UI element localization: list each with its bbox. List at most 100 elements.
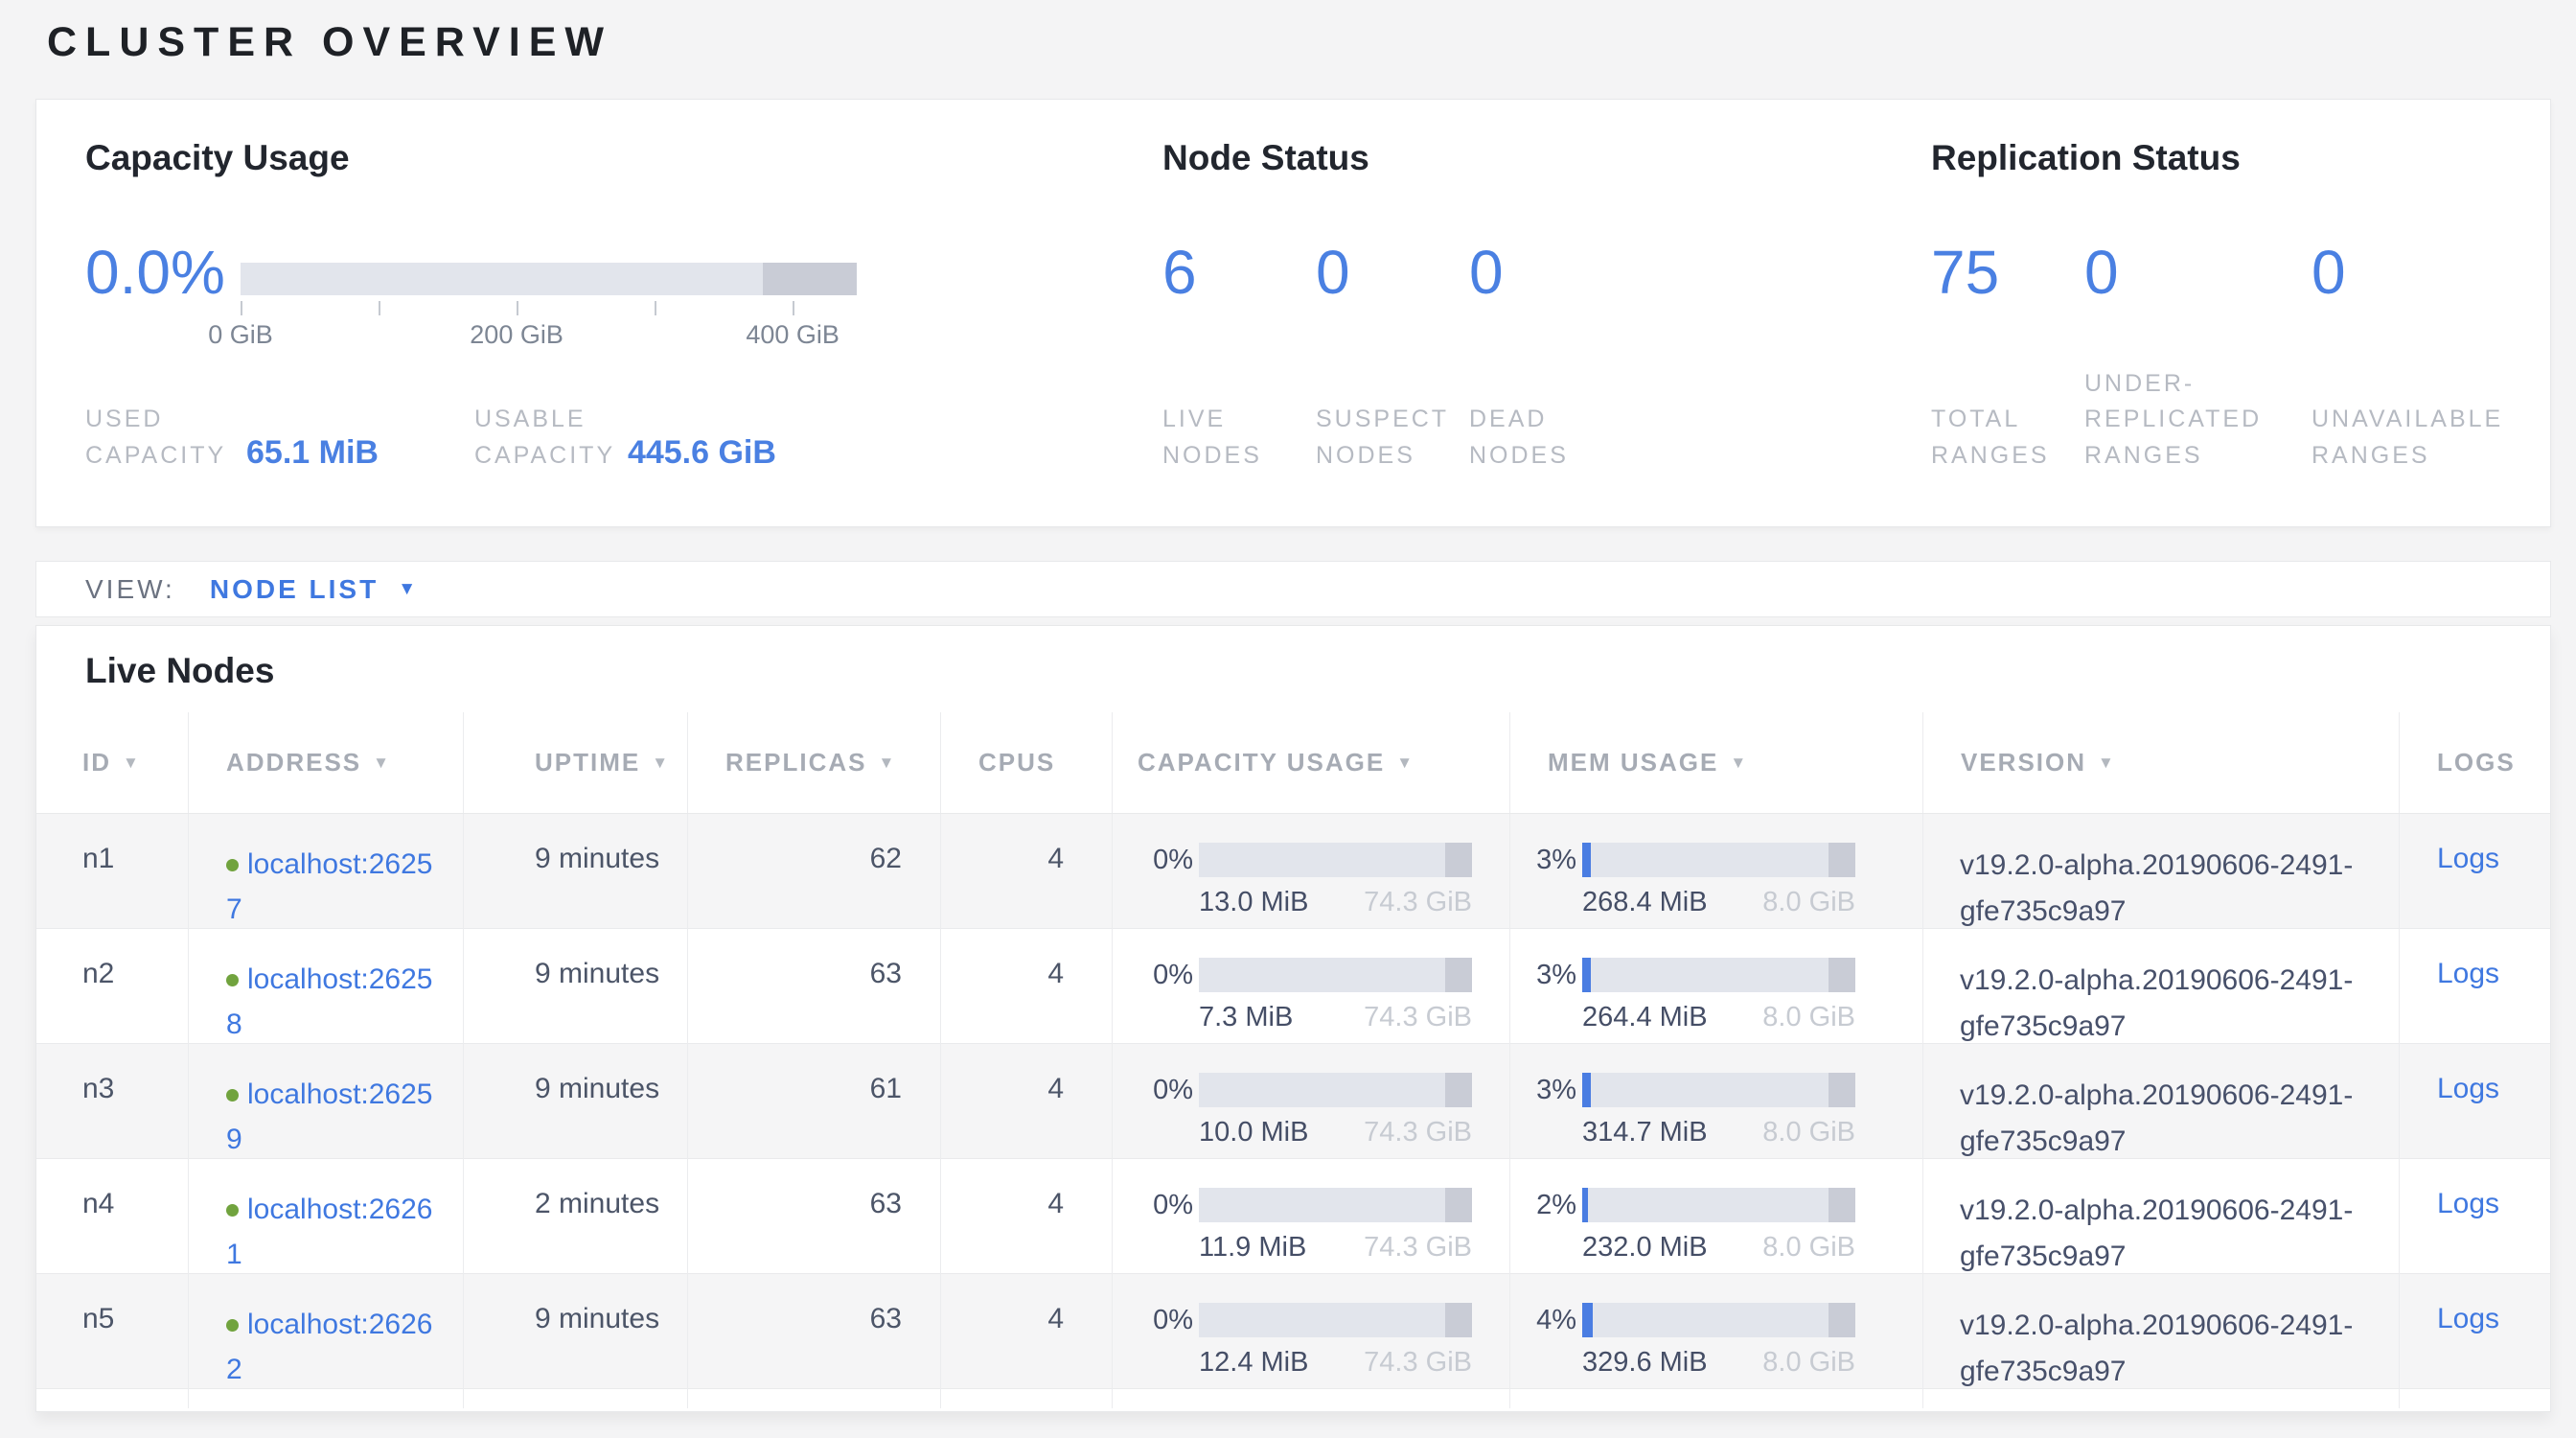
node-uptime-cell: 9 minutes bbox=[464, 1274, 688, 1395]
capacity-total-value: 74.3 GiB bbox=[1364, 1117, 1472, 1148]
capacity-total-value: 74.3 GiB bbox=[1364, 1002, 1472, 1033]
unavailable-ranges-label: UNAVAILABLE RANGES bbox=[2312, 402, 2503, 474]
logs-link[interactable]: Logs bbox=[2437, 1073, 2499, 1104]
capacity-bar bbox=[1199, 1303, 1472, 1337]
sort-desc-icon: ▼ bbox=[373, 754, 391, 773]
node-address-link[interactable]: localhost:26258 bbox=[226, 963, 432, 1040]
column-header-version[interactable]: VERSION ▼ bbox=[1923, 712, 2400, 813]
capacity-usage-bar: 0 GiB 200 GiB 400 GiB bbox=[241, 263, 857, 353]
column-header-uptime[interactable]: UPTIME ▼ bbox=[464, 712, 688, 813]
capacity-percent: 0% bbox=[1151, 1305, 1193, 1336]
view-dropdown[interactable]: NODE LIST ▼ bbox=[210, 574, 416, 605]
mem-used-value: 264.4 MiB bbox=[1582, 1002, 1708, 1033]
column-header-mem-usage[interactable]: MEM USAGE ▼ bbox=[1510, 712, 1923, 813]
column-header-cpus: CPUS bbox=[941, 712, 1113, 813]
node-status-section: Node Status 6 0 0 LIVE NODES SUSPECT NOD… bbox=[1162, 100, 1369, 526]
mem-total-value: 8.0 GiB bbox=[1762, 1347, 1855, 1379]
mem-total-value: 8.0 GiB bbox=[1762, 1117, 1855, 1148]
logs-link[interactable]: Logs bbox=[2437, 958, 2499, 989]
node-capacity-usage-cell: 0% 10.0 MiB 74.3 GiB bbox=[1113, 1044, 1510, 1165]
usable-capacity-value: 445.6 GiB bbox=[628, 434, 776, 474]
dead-nodes-label: DEAD NODES bbox=[1469, 402, 1613, 474]
mem-bar bbox=[1582, 843, 1855, 877]
node-version-cell: v19.2.0-alpha.20190606-2491-gfe735c9a97 bbox=[1923, 1159, 2400, 1280]
node-capacity-usage-cell: 0% 13.0 MiB 74.3 GiB bbox=[1113, 814, 1510, 935]
usable-capacity-label: USABLE CAPACITY bbox=[474, 402, 626, 474]
node-version-cell: v19.2.0-alpha.20190606-2491-gfe735c9a97 bbox=[1923, 1044, 2400, 1165]
cluster-summary-card: Capacity Usage 0.0% 0 GiB 200 GiB 400 Gi… bbox=[35, 99, 2551, 527]
mem-used-value: 232.0 MiB bbox=[1582, 1232, 1708, 1264]
capacity-percent: 0% bbox=[1151, 960, 1193, 991]
capacity-bar bbox=[1199, 843, 1472, 877]
node-id-cell: n5 bbox=[36, 1274, 189, 1395]
logs-link[interactable]: Logs bbox=[2437, 1188, 2499, 1219]
live-status-dot-icon bbox=[226, 859, 239, 871]
node-address-cell: localhost:26261 bbox=[189, 1159, 464, 1280]
capacity-total-value: 74.3 GiB bbox=[1364, 887, 1472, 918]
node-mem-usage-cell: 2% 232.0 MiB 8.0 GiB bbox=[1510, 1159, 1923, 1280]
node-uptime-cell: 2 minutes bbox=[464, 1159, 688, 1280]
node-version-cell: v19.2.0-alpha.20190606-2491-gfe735c9a97 bbox=[1923, 929, 2400, 1050]
node-address-link[interactable]: localhost:26261 bbox=[226, 1194, 432, 1270]
mem-percent: 3% bbox=[1534, 960, 1576, 991]
node-mem-usage-cell: 4% 329.6 MiB 8.0 GiB bbox=[1510, 1274, 1923, 1395]
node-id-cell: n1 bbox=[36, 814, 189, 935]
table-row: n1 localhost:26257 9 minutes 62 4 0% 13.… bbox=[36, 814, 2550, 929]
live-status-dot-icon bbox=[226, 1204, 239, 1217]
node-cpus-cell: 4 bbox=[941, 929, 1113, 1050]
mem-percent: 3% bbox=[1534, 845, 1576, 876]
sort-desc-icon: ▼ bbox=[1396, 754, 1414, 773]
page-title: CLUSTER OVERVIEW bbox=[47, 19, 612, 66]
view-dropdown-selected[interactable]: NODE LIST bbox=[210, 574, 379, 605]
node-address-link[interactable]: localhost:26259 bbox=[226, 1078, 432, 1155]
mem-bar bbox=[1582, 1303, 1855, 1337]
live-nodes-count: 6 bbox=[1162, 242, 1316, 303]
logs-link[interactable]: Logs bbox=[2437, 843, 2499, 874]
mem-used-value: 268.4 MiB bbox=[1582, 887, 1708, 918]
node-uptime-cell: 9 minutes bbox=[464, 814, 688, 935]
capacity-bar bbox=[1199, 958, 1472, 992]
table-row: n5 localhost:26262 9 minutes 63 4 0% 12.… bbox=[36, 1274, 2550, 1389]
column-header-address[interactable]: ADDRESS ▼ bbox=[189, 712, 464, 813]
node-replicas-cell: 63 bbox=[688, 929, 941, 1050]
replication-status-section: Replication Status 75 0 0 TOTAL RANGES U… bbox=[1931, 100, 2241, 526]
sort-desc-icon: ▼ bbox=[2098, 754, 2116, 773]
node-address-link[interactable]: localhost:26262 bbox=[226, 1309, 432, 1385]
total-ranges-count: 75 bbox=[1931, 242, 2084, 303]
capacity-used-value: 13.0 MiB bbox=[1199, 887, 1308, 918]
mem-used-value: 329.6 MiB bbox=[1582, 1347, 1708, 1379]
unavailable-ranges-count: 0 bbox=[2312, 242, 2346, 303]
mem-bar bbox=[1582, 1073, 1855, 1107]
live-status-dot-icon bbox=[226, 1089, 239, 1102]
capacity-axis-ticks bbox=[241, 301, 857, 318]
replication-status-title: Replication Status bbox=[1931, 138, 2241, 178]
mem-total-value: 8.0 GiB bbox=[1762, 1232, 1855, 1264]
node-address-cell: localhost:26259 bbox=[189, 1044, 464, 1165]
node-capacity-usage-cell: 0% 7.3 MiB 74.3 GiB bbox=[1113, 929, 1510, 1050]
sort-desc-icon: ▼ bbox=[878, 754, 896, 773]
capacity-total-value: 74.3 GiB bbox=[1364, 1232, 1472, 1264]
capacity-bar bbox=[1199, 1188, 1472, 1222]
table-row: n3 localhost:26259 9 minutes 61 4 0% 10.… bbox=[36, 1044, 2550, 1159]
mem-percent: 3% bbox=[1534, 1075, 1576, 1106]
node-address-cell: localhost:26262 bbox=[189, 1274, 464, 1395]
suspect-nodes-label: SUSPECT NODES bbox=[1316, 402, 1460, 474]
live-nodes-header-row: ID ▼ ADDRESS ▼ UPTIME ▼ REPLICAS ▼ CPUS … bbox=[36, 712, 2550, 814]
column-header-replicas[interactable]: REPLICAS ▼ bbox=[688, 712, 941, 813]
logs-link[interactable]: Logs bbox=[2437, 1303, 2499, 1334]
node-capacity-usage-cell: 0% 11.9 MiB 74.3 GiB bbox=[1113, 1159, 1510, 1280]
chevron-down-icon[interactable]: ▼ bbox=[398, 579, 416, 600]
live-nodes-label: LIVE NODES bbox=[1162, 402, 1306, 474]
suspect-nodes-count: 0 bbox=[1316, 242, 1469, 303]
node-address-link[interactable]: localhost:26257 bbox=[226, 848, 432, 925]
node-capacity-usage-cell: 0% 12.4 MiB 74.3 GiB bbox=[1113, 1274, 1510, 1395]
node-id-cell: n2 bbox=[36, 929, 189, 1050]
node-logs-cell: Logs bbox=[2400, 929, 2550, 1050]
live-status-dot-icon bbox=[226, 1319, 239, 1332]
node-uptime-cell: 9 minutes bbox=[464, 1044, 688, 1165]
column-header-id[interactable]: ID ▼ bbox=[36, 712, 189, 813]
capacity-used-value: 10.0 MiB bbox=[1199, 1117, 1308, 1148]
column-header-capacity-usage[interactable]: CAPACITY USAGE ▼ bbox=[1113, 712, 1510, 813]
under-replicated-ranges-count: 0 bbox=[2084, 242, 2312, 303]
node-replicas-cell: 63 bbox=[688, 1159, 941, 1280]
